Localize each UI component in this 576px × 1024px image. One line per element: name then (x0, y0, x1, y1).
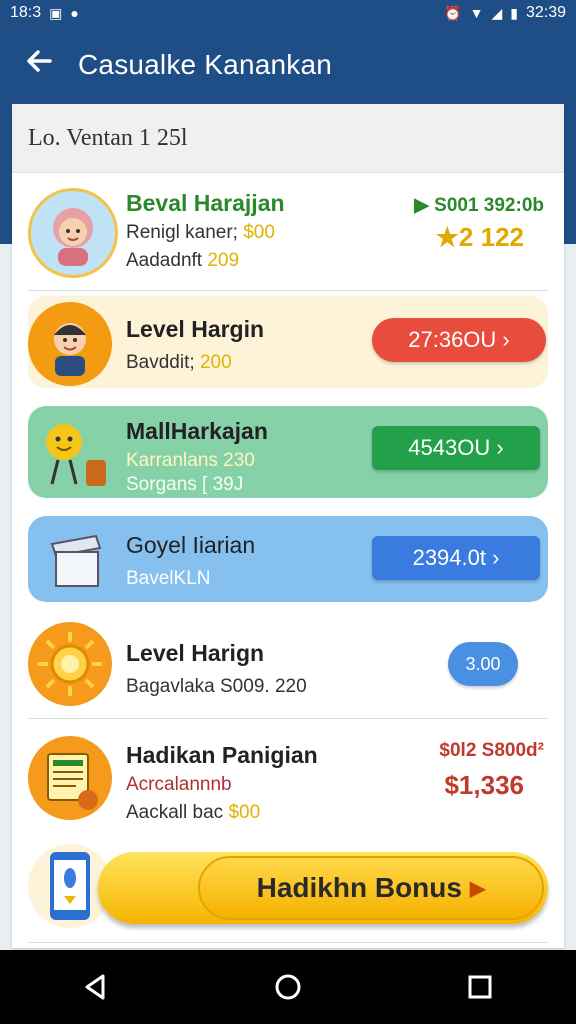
row-line2-text: Aadadnft (126, 250, 208, 271)
row-name: Hadikan Panigian (126, 742, 318, 768)
row-line1-value: $00 (243, 222, 275, 243)
page-title: Casualke Kanankan (78, 49, 333, 80)
nav-home-button[interactable] (258, 957, 318, 1017)
circle-home-icon (275, 974, 301, 1000)
wifi-icon: ▼ (469, 5, 484, 21)
alarm-icon: ⏰ (444, 4, 462, 21)
nav-back-button[interactable] (66, 957, 126, 1017)
row-right-bottom: $1,336 (444, 770, 524, 800)
avatar (32, 410, 116, 494)
row-name: Level Hargin (126, 316, 265, 342)
play-icon: ▶ (469, 877, 486, 900)
square-recents-icon (468, 975, 492, 999)
score-pill-button[interactable]: 2394.0t › (372, 536, 540, 580)
row-line2: Aadadnft 209 (126, 250, 239, 272)
signal-icon: ◢ (491, 4, 503, 21)
row-line2-text: Aackall bac (126, 802, 229, 823)
arrow-left-icon (27, 50, 52, 72)
divider (28, 290, 548, 291)
row-line1: Renigl kaner; $00 (126, 222, 275, 244)
row-line1-text: Bavddit; (126, 352, 200, 373)
row-line2-value: $00 (228, 802, 261, 823)
row-line2-value: 209 (207, 250, 240, 271)
row-right-top: ▶ S001 392:0b (414, 195, 544, 216)
row-line2: Sorgans [ 39J (126, 474, 244, 495)
triangle-back-icon (85, 974, 105, 1000)
row-line1: Bavddit; 200 (126, 352, 232, 374)
nav-recents-button[interactable] (450, 957, 510, 1017)
score-pill-button[interactable]: 27:36OU › (372, 318, 546, 362)
row-name: Beval Harajjan (126, 190, 285, 216)
row-right-bottom: ★2 122 (435, 222, 524, 252)
row-line1-text: Renigl kaner; (126, 222, 244, 243)
avatar (28, 188, 118, 278)
status-time-right: 32:39 (525, 4, 566, 21)
score-badge-button[interactable]: 3.00 (448, 642, 518, 686)
battery-icon: ▮ (510, 4, 518, 21)
phone-icon (50, 852, 90, 920)
divider (28, 942, 548, 943)
app-bar: Casualke Kanankan (0, 26, 576, 104)
bonus-button-face[interactable]: Hadikhn Bonus ▶ (198, 856, 544, 920)
row-line1: Acrcalannnb (126, 774, 232, 795)
row-right-top: $0l2 S800d² (439, 740, 544, 761)
score-pill-button[interactable]: 4543OU › (372, 426, 540, 470)
row-name: Level Harign (126, 640, 265, 666)
divider (28, 718, 548, 719)
row-line1: Bagavlaka S009. 220 (126, 676, 307, 697)
boy-avatar-icon (54, 323, 86, 376)
girl-avatar-icon (53, 208, 93, 266)
bonus-button[interactable]: Hadikhn Bonus ▶ (98, 852, 548, 924)
back-button[interactable] (0, 46, 78, 84)
avatar (28, 736, 112, 820)
avatar (28, 622, 112, 706)
leaderboard-sheet: Lo. Ventan 1 25l Beval Harajjan Renigl k… (12, 104, 564, 948)
list-item[interactable]: Beval Harajjan Renigl kaner; $00 Aadadnf… (12, 176, 564, 286)
bonus-label: Hadikhn Bonus (256, 872, 462, 903)
row-line1: BavelKLN (126, 568, 211, 589)
avatar (36, 518, 120, 602)
notification-icon: ● (70, 5, 79, 21)
avatar (28, 302, 112, 386)
status-time-left: 18:3 (10, 4, 42, 21)
certificate-icon (47, 753, 98, 810)
row-line1-value: 200 (199, 352, 232, 373)
subheader: Lo. Ventan 1 25l (12, 104, 564, 173)
box-icon (50, 534, 102, 587)
row-name: Goyel Iiarian (126, 532, 256, 558)
status-bar: 18:3 ▣ ● ⏰ ▼ ◢ ▮ 32:39 (0, 0, 576, 26)
gallery-icon: ▣ (49, 4, 63, 21)
system-nav-bar (0, 950, 576, 1024)
sun-icon (38, 632, 102, 696)
row-name: MallHarkajan (126, 418, 268, 444)
row-line1: Karranlans 230 (126, 450, 255, 471)
smiley-character-icon (46, 424, 106, 486)
row-line2: Aackall bac $00 (126, 802, 260, 824)
